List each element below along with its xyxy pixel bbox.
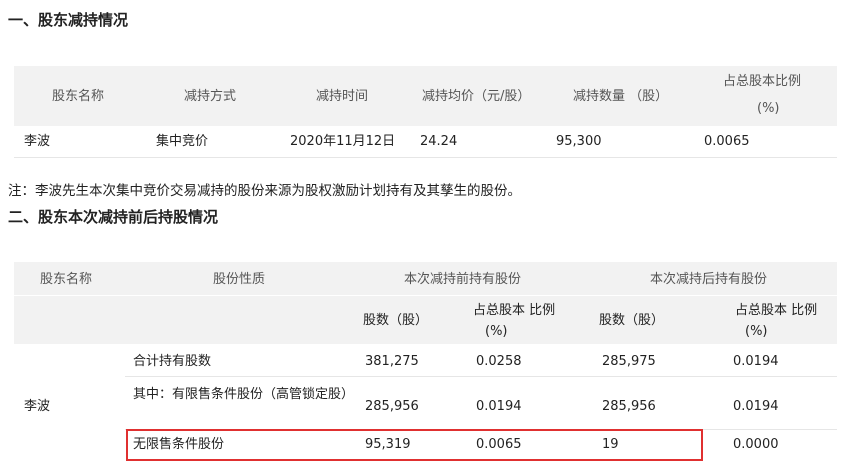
s2-row1-before-pct: 0.0258 [476,354,522,369]
s2-sub-after-ratio: 占总股本 比例 [735,303,818,318]
s1-header-time: 减持时间 [316,89,369,104]
s1-header-avg-price: 减持均价（元/股） [422,89,531,104]
section2-title: 二、股东本次减持前后持股情况 [8,208,219,226]
s2-header-holder: 股东名称 [40,272,93,287]
s2-row2-before-shares: 285,956 [365,399,419,414]
s2-row1-before-shares: 381,275 [365,354,419,369]
s1-cell-method: 集中竞价 [156,134,209,149]
s2-sub-before-ratio-unit: (%) [485,324,508,339]
s1-header-quantity: 减持数量 （股） [573,89,669,104]
s1-header-method: 减持方式 [184,89,237,104]
s2-cell-holder: 李波 [24,399,51,414]
s1-row-divider [14,157,837,158]
s2-header-after: 本次减持后持有股份 [650,272,768,287]
s2-sub-after-shares: 股数（股） [599,313,665,328]
s2-row2-before-pct: 0.0194 [476,399,522,414]
s1-cell-quantity: 95,300 [556,134,602,149]
s1-cell-ratio: 0.0065 [704,134,750,149]
s2-row1-divider [125,376,837,377]
s2-row2-type: 其中：有限售条件股份（高管锁定股） [133,387,355,402]
s2-sub-before-shares: 股数（股） [363,313,429,328]
s1-header-ratio-unit: (%) [757,101,780,116]
s2-row1-type: 合计持有股数 [133,354,212,369]
s2-header-before: 本次减持前持有股份 [404,272,522,287]
s1-header-holder: 股东名称 [52,89,105,104]
note-text: 注：李波先生本次集中竞价交易减持的股份来源为股权激励计划持有及其孳生的股份。 [8,183,521,199]
s2-header-share-type: 股份性质 [213,272,266,287]
s2-row1-after-shares: 285,975 [602,354,656,369]
s2-sub-after-ratio-unit: (%) [745,324,768,339]
s1-cell-holder: 李波 [24,134,51,149]
s2-row2-after-shares: 285,956 [602,399,656,414]
section1-title: 一、股东减持情况 [8,11,129,29]
s2-header-divider [14,295,837,296]
s1-header-ratio: 占总股本比例 [723,74,802,89]
s2-row3-after-pct: 0.0000 [733,437,779,452]
s1-cell-time: 2020年11月12日 [290,134,396,149]
s2-row2-after-pct: 0.0194 [733,399,779,414]
s2-row1-after-pct: 0.0194 [733,354,779,369]
s2-sub-before-ratio: 占总股本 比例 [473,303,556,318]
highlight-box [126,429,703,461]
s1-cell-avg-price: 24.24 [420,134,458,149]
